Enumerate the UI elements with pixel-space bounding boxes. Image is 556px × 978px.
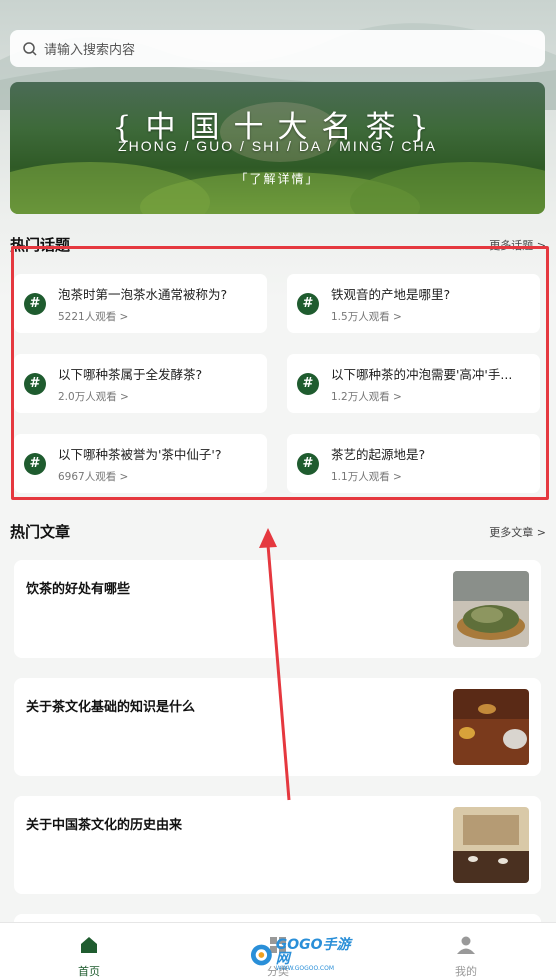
tab-home-label: 首页 bbox=[78, 965, 100, 978]
article-card[interactable]: 关于中国茶文化的历史由来 bbox=[14, 796, 541, 894]
home-icon bbox=[81, 937, 97, 953]
watermark-logo: GOGO手游网 WWW.GOGOO.COM bbox=[250, 937, 360, 972]
article-thumbnail bbox=[453, 689, 529, 765]
search-bar[interactable]: 请输入搜索内容 bbox=[10, 30, 545, 67]
banner-pinyin: ZHONG / GUO / SHI / DA / MING / CHA bbox=[118, 138, 437, 154]
article-thumbnail bbox=[453, 807, 529, 883]
more-articles-link[interactable]: 更多文章 > bbox=[489, 524, 546, 540]
article-title: 饮茶的好处有哪些 bbox=[26, 582, 131, 597]
tea-banner[interactable]: {中国十大名茶} ZHONG / GUO / SHI / DA / MING /… bbox=[10, 82, 545, 214]
article-thumbnail bbox=[453, 571, 529, 647]
tab-mine-label: 我的 bbox=[455, 965, 477, 978]
annotation-highlight-box bbox=[11, 246, 549, 500]
search-placeholder: 请输入搜索内容 bbox=[44, 43, 136, 58]
article-card[interactable]: 饮茶的好处有哪些 bbox=[14, 560, 541, 658]
tab-home[interactable]: 首页 bbox=[39, 923, 139, 978]
article-title: 关于茶文化基础的知识是什么 bbox=[26, 700, 196, 715]
user-icon bbox=[457, 936, 475, 954]
watermark-icon bbox=[250, 944, 272, 966]
tab-mine[interactable]: 我的 bbox=[416, 923, 516, 978]
hot-articles-title: 热门文章 bbox=[10, 523, 71, 541]
banner-detail-link[interactable]: 「了解详情」 bbox=[10, 170, 545, 187]
article-card[interactable]: 关于茶文化基础的知识是什么 bbox=[14, 678, 541, 776]
search-icon bbox=[23, 41, 37, 56]
watermark-brand: GOGO手游网 bbox=[275, 937, 351, 967]
watermark-url: WWW.GOGOO.COM bbox=[275, 965, 335, 972]
article-title: 关于中国茶文化的历史由来 bbox=[26, 818, 183, 833]
